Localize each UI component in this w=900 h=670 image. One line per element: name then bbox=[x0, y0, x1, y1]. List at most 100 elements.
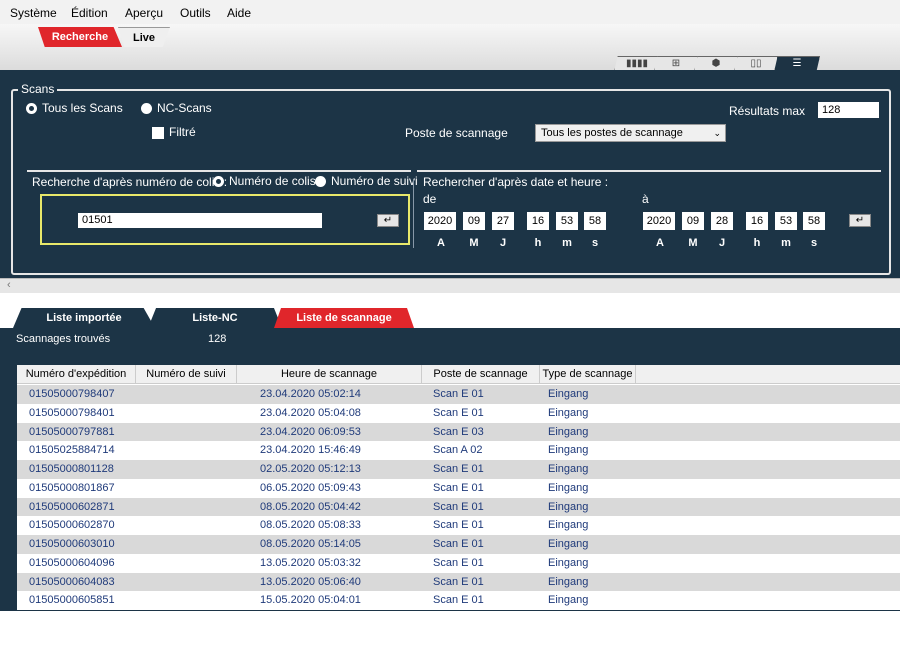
to-month[interactable]: 09 bbox=[682, 212, 704, 230]
date-search-label: Rechercher d'après date et heure : bbox=[423, 175, 609, 189]
radio-parcel-number-label: Numéro de colis bbox=[229, 174, 316, 188]
tab-liste-de-scannage[interactable]: Liste de scannage bbox=[274, 308, 414, 328]
cell-heure: 02.05.2020 05:12:13 bbox=[260, 463, 361, 475]
menu-apercu[interactable]: Aperçu bbox=[125, 6, 163, 20]
cell-poste: Scan E 03 bbox=[433, 425, 484, 438]
radio-tracking-number[interactable] bbox=[315, 176, 326, 187]
cell-poste: Scan E 01 bbox=[433, 500, 484, 513]
cell-poste: Scan E 01 bbox=[433, 556, 484, 569]
table-row[interactable]: 01505000605851 15.05.2020 05:04:01 Scan E … bbox=[17, 591, 900, 610]
scans-found-count: 128 bbox=[208, 333, 227, 345]
parcel-search-enter-button[interactable]: ↵ bbox=[377, 214, 399, 227]
table-row[interactable]: 01505000798407 23.04.2020 05:02:14 Scan E … bbox=[17, 385, 900, 404]
table-row[interactable]: 01505000602871 08.05.2020 05:04:42 Scan E … bbox=[17, 497, 900, 517]
from-unit-year: A bbox=[437, 237, 445, 249]
results-max-input[interactable]: 128 bbox=[818, 102, 879, 118]
divider-right bbox=[417, 170, 881, 172]
col-poste[interactable]: Poste de scannage bbox=[422, 365, 540, 384]
cell-poste: Scan E 01 bbox=[433, 463, 484, 475]
radio-tracking-number-label: Numéro de suivi bbox=[331, 174, 418, 188]
cell-poste: Scan E 01 bbox=[433, 594, 484, 607]
col-type[interactable]: Type de scannage bbox=[540, 365, 636, 384]
tab-liste-importee[interactable]: Liste importée bbox=[13, 308, 155, 328]
menu-edition[interactable]: Édition bbox=[71, 6, 108, 20]
to-minute[interactable]: 53 bbox=[775, 212, 797, 230]
menu-outils[interactable]: Outils bbox=[180, 6, 211, 20]
table-row[interactable]: 01505000604083 13.05.2020 05:06:40 Scan E … bbox=[17, 572, 900, 592]
cell-expedition: 01505025884714 bbox=[29, 444, 115, 457]
to-hour[interactable]: 16 bbox=[746, 212, 768, 230]
cell-expedition: 01505000602870 bbox=[29, 519, 115, 532]
barcode-icon: ▮▮▮▮ bbox=[625, 58, 648, 69]
from-unit-second: s bbox=[591, 237, 599, 249]
from-year[interactable]: 2020 bbox=[424, 212, 456, 230]
cell-type: Eingang bbox=[548, 594, 589, 607]
from-hour[interactable]: 16 bbox=[527, 212, 549, 230]
divider-left bbox=[27, 170, 411, 172]
tab-liste-nc[interactable]: Liste-NC bbox=[148, 308, 282, 328]
cell-heure: 23.04.2020 06:09:53 bbox=[260, 425, 361, 438]
date-search-enter-button[interactable]: ↵ bbox=[849, 214, 871, 227]
to-second[interactable]: 58 bbox=[803, 212, 825, 230]
scan-results-table: Numéro d'expédition Numéro de suivi Heur… bbox=[17, 365, 900, 610]
radio-parcel-number[interactable] bbox=[213, 176, 224, 187]
col-suivi[interactable]: Numéro de suivi bbox=[136, 365, 237, 384]
bottom-area bbox=[0, 611, 900, 670]
table-row[interactable]: 01505000798401 23.04.2020 05:04:08 Scan E … bbox=[17, 404, 900, 423]
to-year[interactable]: 2020 bbox=[643, 212, 675, 230]
cell-type: Eingang bbox=[548, 481, 589, 494]
cell-heure: 06.05.2020 05:09:43 bbox=[260, 481, 361, 494]
to-unit-month: M bbox=[688, 237, 698, 249]
cell-heure: 13.05.2020 05:06:40 bbox=[260, 575, 361, 588]
grid-icon: ⊞ bbox=[671, 58, 681, 69]
date-from-label: de bbox=[423, 192, 437, 206]
package-icon: ⬢ bbox=[711, 58, 721, 69]
map-icon: ▯▯ bbox=[750, 58, 762, 69]
from-unit-month: M bbox=[469, 237, 479, 249]
col-heure[interactable]: Heure de scannage bbox=[237, 365, 422, 384]
cell-poste: Scan E 01 bbox=[433, 481, 484, 494]
enter-icon: ↵ bbox=[855, 215, 865, 226]
table-row[interactable]: 01505000801867 06.05.2020 05:09:43 Scan E … bbox=[17, 479, 900, 498]
list-icon: ☰ bbox=[792, 58, 802, 69]
cell-heure: 08.05.2020 05:04:42 bbox=[260, 500, 361, 513]
to-unit-year: A bbox=[656, 237, 664, 249]
tab-live[interactable]: Live bbox=[118, 27, 170, 47]
table-header: Numéro d'expédition Numéro de suivi Heur… bbox=[17, 365, 900, 384]
from-second[interactable]: 58 bbox=[584, 212, 606, 230]
scroll-left-icon[interactable]: ‹ bbox=[7, 279, 11, 291]
to-unit-hour: h bbox=[753, 237, 761, 249]
table-row[interactable]: 01505000603010 08.05.2020 05:14:05 Scan E … bbox=[17, 535, 900, 554]
table-row[interactable]: 01505025884714 23.04.2020 15:46:49 Scan A … bbox=[17, 441, 900, 460]
menu-systeme[interactable]: Système bbox=[10, 6, 57, 20]
cell-poste: Scan A 02 bbox=[433, 444, 483, 457]
cell-type: Eingang bbox=[548, 406, 589, 419]
radio-all-scans[interactable] bbox=[26, 103, 37, 114]
from-month[interactable]: 09 bbox=[463, 212, 485, 230]
chevron-down-icon: ⌄ bbox=[713, 128, 721, 138]
menu-aide[interactable]: Aide bbox=[227, 6, 251, 20]
table-row[interactable]: 01505000801128 02.05.2020 05:12:13 Scan E … bbox=[17, 460, 900, 479]
from-minute[interactable]: 53 bbox=[556, 212, 578, 230]
from-day[interactable]: 27 bbox=[492, 212, 514, 230]
cell-expedition: 01505000602871 bbox=[29, 500, 115, 513]
station-select[interactable]: Tous les postes de scannage ⌄ bbox=[535, 124, 726, 142]
radio-nc-scans[interactable] bbox=[141, 103, 152, 114]
from-unit-hour: h bbox=[534, 237, 542, 249]
parcel-search-input[interactable]: 01501 bbox=[78, 213, 322, 228]
cell-heure: 23.04.2020 05:02:14 bbox=[260, 388, 361, 400]
cell-expedition: 01505000604083 bbox=[29, 575, 115, 588]
menu-bar: Système Édition Aperçu Outils Aide bbox=[0, 0, 900, 24]
to-day[interactable]: 28 bbox=[711, 212, 733, 230]
filtered-checkbox[interactable] bbox=[152, 127, 164, 139]
horizontal-scrollbar[interactable]: ‹ bbox=[0, 278, 900, 293]
cell-poste: Scan E 01 bbox=[433, 519, 484, 532]
cell-expedition: 01505000797881 bbox=[29, 425, 115, 438]
table-row[interactable]: 01505000797881 23.04.2020 06:09:53 Scan E … bbox=[17, 422, 900, 442]
col-expedition[interactable]: Numéro d'expédition bbox=[17, 365, 136, 384]
table-row[interactable]: 01505000604096 13.05.2020 05:03:32 Scan E … bbox=[17, 554, 900, 573]
tab-recherche[interactable]: Recherche bbox=[38, 27, 122, 47]
table-row[interactable]: 01505000602870 08.05.2020 05:08:33 Scan E … bbox=[17, 516, 900, 535]
to-unit-day: J bbox=[718, 237, 726, 249]
cell-poste: Scan E 01 bbox=[433, 538, 484, 550]
